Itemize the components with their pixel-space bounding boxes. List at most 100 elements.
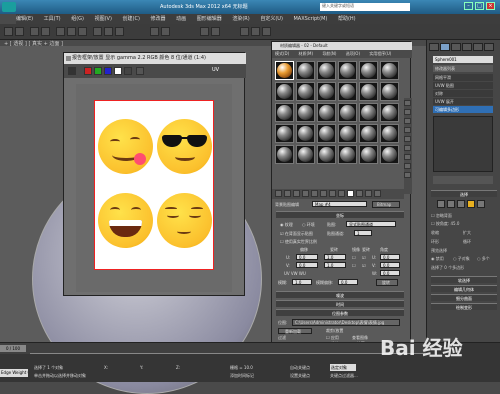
w-angle-spinner[interactable]: 0.0 [380,270,400,276]
modifier-list-dropdown[interactable]: 修改器列表 [433,65,493,72]
time-rollout[interactable]: 时间 [276,300,404,307]
put-to-library-icon[interactable] [329,190,336,197]
menu-navigation[interactable]: 导航(N) [322,51,336,56]
get-material-icon[interactable] [275,190,282,197]
material-slot[interactable] [296,61,315,80]
menu-modifiers[interactable]: 修改器 [151,14,166,24]
make-unique-icon[interactable] [320,190,327,197]
clear-icon[interactable] [136,67,144,75]
coordinates-rollout[interactable]: 坐标 [276,211,404,218]
put-to-scene-icon[interactable] [284,190,291,197]
polygon-icon[interactable] [467,200,475,208]
material-slot[interactable] [275,82,294,101]
ignore-backface-checkbox[interactable]: ☐ 忽略背面 [431,213,452,219]
options-icon[interactable] [404,154,411,160]
bitmap-path-button[interactable]: C:\Users\Administrator\Desktop\表情\表情.jpg [292,319,400,326]
hierarchy-tab-icon[interactable] [451,43,461,51]
key-mode-dropdown[interactable]: 选定对象 [330,364,356,371]
timeline-ruler[interactable] [30,353,425,359]
menu-graph-editors[interactable]: 图形编辑器 [197,14,222,24]
u-tile-checkbox[interactable]: ☑ [362,255,366,260]
material-slot[interactable] [296,124,315,143]
uv-tiling-icon[interactable] [404,127,411,133]
noise-rollout[interactable]: 噪波 [276,291,404,298]
red-channel-icon[interactable] [84,67,92,75]
menu-edit[interactable]: 编辑(E) [16,14,33,24]
u-tiling-spinner[interactable]: 1.0 [324,254,346,260]
u-offset-spinner[interactable]: 0.0 [296,254,318,260]
material-slot[interactable] [317,61,336,80]
material-slot[interactable] [317,145,336,164]
material-slot[interactable] [359,145,378,164]
material-slot[interactable] [275,103,294,122]
show-map-on-back-checkbox[interactable]: ☑ 在背面显示贴图 [280,231,313,237]
preview-off-radio[interactable]: ◉ 禁用 [431,256,444,262]
material-slot[interactable] [338,61,357,80]
maximize-button[interactable]: □ [475,2,484,10]
menu-view[interactable]: 视图(V) [95,14,112,24]
object-name-field[interactable]: Sphere001 [433,56,493,63]
shrink-button[interactable]: 收缩 [431,230,439,236]
menu-group[interactable]: 组(G) [71,14,84,24]
subdivision-rollout[interactable]: 细分曲面 [431,294,497,301]
bitmap-parameters-rollout[interactable]: 位图参数 [276,309,404,316]
material-slot[interactable] [380,61,399,80]
material-slot[interactable] [359,61,378,80]
snap-icon[interactable] [150,27,159,36]
unlink-icon[interactable] [41,27,50,36]
maxscript-listener-field[interactable]: Edge Weight 0.0 [0,369,28,377]
v-tile-checkbox[interactable]: ☑ [362,263,366,268]
preview-subobject-radio[interactable]: ○ 子对象 [453,256,470,262]
time-slider-handle[interactable]: 0 / 100 [0,345,26,352]
create-tab-icon[interactable] [429,43,439,51]
copy-material-icon[interactable] [311,190,318,197]
material-slot[interactable] [338,103,357,122]
material-slot[interactable] [359,124,378,143]
scale-icon[interactable] [115,27,124,36]
by-angle-checkbox[interactable]: ☐ 按角度: 45.0 [431,221,459,227]
blue-channel-icon[interactable] [104,67,112,75]
close-button[interactable]: × [486,2,495,10]
material-slot[interactable] [359,82,378,101]
material-editor-icon[interactable] [251,27,260,36]
modifier-stack-item[interactable]: 网格平滑 [433,74,493,81]
undo-icon[interactable] [4,27,13,36]
select-icon[interactable] [56,27,65,36]
vertex-icon[interactable] [437,200,445,208]
v-mirror-checkbox[interactable]: ☐ [352,263,356,268]
angle-snap-icon[interactable] [161,27,170,36]
grow-button[interactable]: 扩大 [463,230,471,236]
loop-button[interactable]: 循环 [463,239,471,245]
material-slot[interactable] [380,82,399,101]
material-slot[interactable] [275,124,294,143]
video-color-check-icon[interactable] [404,136,411,142]
select-by-name-icon[interactable] [67,27,76,36]
material-slot[interactable] [338,145,357,164]
material-slot[interactable] [296,82,315,101]
v-angle-spinner[interactable]: 0.0 [380,262,400,268]
add-time-tag-button[interactable]: 添加时间标记 [230,373,254,379]
selection-rollout[interactable]: 选择 [431,190,497,197]
select-region-icon[interactable] [78,27,87,36]
environment-radio[interactable]: ○ 环境 [302,222,315,228]
auto-key-button[interactable]: 自动关键点 [290,365,310,371]
utilities-tab-icon[interactable] [484,43,494,51]
modifier-stack-item[interactable]: 对称 [433,90,493,97]
modifier-stack-item[interactable]: UVW 贴图 [433,82,493,89]
material-slot[interactable] [317,103,336,122]
real-world-scale-checkbox[interactable]: ☐ 使用真实世界比例 [280,239,317,245]
redo-icon[interactable] [15,27,24,36]
material-slot[interactable] [275,145,294,164]
v-tiling-spinner[interactable]: 1.0 [324,262,346,268]
rotate-button[interactable]: 旋转 [376,279,398,286]
paint-deform-rollout[interactable]: 绘制变形 [431,303,497,310]
map-type-button[interactable]: Bitmap [372,201,400,208]
edge-icon[interactable] [447,200,455,208]
make-preview-icon[interactable] [404,145,411,151]
app-logo-icon[interactable] [2,2,16,12]
menu-customize[interactable]: 自定义(U) [260,14,283,24]
texture-radio[interactable]: ◉ 纹理 [280,222,293,228]
select-by-material-icon[interactable] [404,163,411,169]
menu-modes[interactable]: 模式(D) [275,51,289,56]
blur-offset-spinner[interactable]: 0.0 [338,279,358,285]
